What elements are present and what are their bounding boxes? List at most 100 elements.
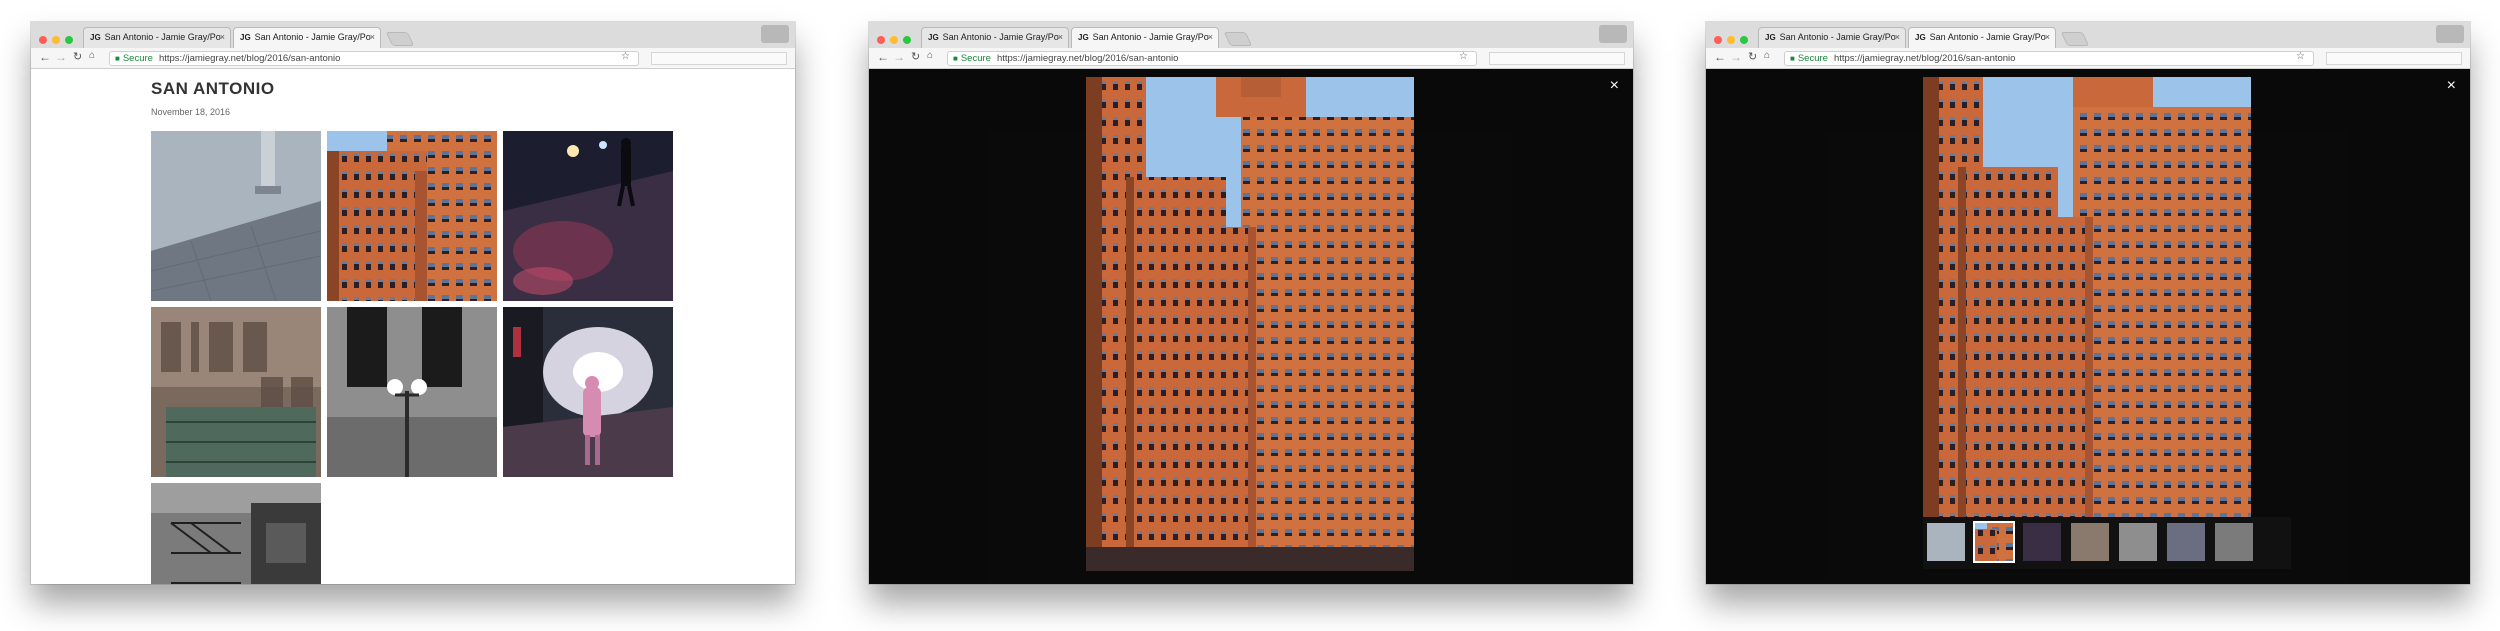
favicon-icon: JG	[1765, 33, 1776, 42]
back-arrow-icon[interactable]: ←	[1714, 50, 1726, 64]
extension-area	[2326, 52, 2462, 65]
tab-title: San Antonio - Jamie Gray/Po	[942, 32, 1059, 42]
lightbox-overlay[interactable]: ×	[869, 69, 1633, 584]
filmstrip-thumb-street-lamp[interactable]	[2119, 523, 2157, 561]
lock-icon: ■	[115, 54, 120, 63]
close-icon[interactable]: ×	[1610, 77, 1619, 95]
address-bar[interactable]: ■ Secure https://jamiegray.net/blog/2016/s…	[109, 51, 639, 66]
close-window-button[interactable]	[39, 36, 47, 44]
minimize-window-button[interactable]	[1727, 36, 1735, 44]
lightbox-photo-brick-tower[interactable]	[1086, 77, 1414, 571]
favicon-icon: JG	[90, 33, 101, 42]
tab-title: San Antonio - Jamie Gray/Po	[1092, 32, 1209, 42]
lightbox-overlay[interactable]: ×	[1706, 69, 2470, 584]
forward-arrow-icon[interactable]: →	[55, 50, 67, 64]
filmstrip-thumb-night-walker[interactable]	[2167, 523, 2205, 561]
toolbar: ← → ↻ ⌂ ■ Secure https://jamiegray.net/blo…	[869, 48, 1633, 69]
bookmark-star-icon[interactable]: ☆	[621, 51, 630, 62]
favicon-icon: JG	[1078, 33, 1089, 42]
gallery-photo-fire-escape[interactable]	[151, 483, 321, 584]
browser-window-lightbox: JG San Antonio - Jamie Gray/Po × JG San An…	[869, 22, 1633, 584]
lock-icon: ■	[953, 54, 958, 63]
gallery-photo-night-walker[interactable]	[503, 307, 673, 477]
filmstrip-thumb-casino-sign[interactable]	[2071, 523, 2109, 561]
forward-arrow-icon[interactable]: →	[893, 50, 905, 64]
extension-area	[651, 52, 787, 65]
new-tab-button[interactable]	[2060, 32, 2090, 46]
bookmark-star-icon[interactable]: ☆	[1459, 51, 1468, 62]
secure-label: Secure	[1797, 53, 1828, 64]
secure-label: Secure	[960, 53, 991, 64]
tab-bar: JG San Antonio - Jamie Gray/Po × JG San An…	[1706, 22, 2470, 48]
profile-button[interactable]	[761, 25, 789, 43]
tab-close-icon[interactable]: ×	[220, 28, 225, 47]
forward-arrow-icon[interactable]: →	[1730, 50, 1742, 64]
tab-2-active[interactable]: JG San Antonio - Jamie Gray/Po ×	[233, 27, 381, 48]
gallery-photo-sidewalk[interactable]	[151, 131, 321, 301]
lightbox-photo-brick-tower[interactable]	[1923, 77, 2251, 517]
minimize-window-button[interactable]	[890, 36, 898, 44]
tab-close-icon[interactable]: ×	[2045, 28, 2050, 47]
close-window-button[interactable]	[877, 36, 885, 44]
maximize-window-button[interactable]	[1740, 36, 1748, 44]
url-text: https://jamiegray.net/blog/2016/san-anto…	[158, 53, 341, 64]
tab-1[interactable]: JG San Antonio - Jamie Gray/Po ×	[921, 27, 1069, 48]
tab-close-icon[interactable]: ×	[370, 28, 375, 47]
tab-close-icon[interactable]: ×	[1895, 28, 1900, 47]
gallery-photo-night-street[interactable]	[503, 131, 673, 301]
filmstrip-thumb-brick-tower[interactable]	[1973, 521, 2015, 563]
tab-title: San Antonio - Jamie Gray/Po	[254, 32, 371, 42]
page-content: SAN ANTONIO November 18, 2016	[31, 69, 795, 584]
profile-button[interactable]	[1599, 25, 1627, 43]
page-date: November 18, 2016	[151, 107, 231, 117]
tab-title: San Antonio - Jamie Gray/Po	[1929, 32, 2046, 42]
lock-icon: ■	[1790, 54, 1795, 63]
extension-area	[1489, 52, 1625, 65]
tab-2-active[interactable]: JG San Antonio - Jamie Gray/Po ×	[1071, 27, 1219, 48]
back-arrow-icon[interactable]: ←	[877, 50, 889, 64]
reload-icon[interactable]: ↻	[911, 50, 920, 63]
bookmark-star-icon[interactable]: ☆	[2296, 51, 2305, 62]
minimize-window-button[interactable]	[52, 36, 60, 44]
filmstrip-thumb-sidewalk[interactable]	[1927, 523, 1965, 561]
reload-icon[interactable]: ↻	[1748, 50, 1757, 63]
filmstrip-thumb-night-street[interactable]	[2023, 523, 2061, 561]
page-title: SAN ANTONIO	[151, 79, 275, 98]
filmstrip-thumb-fire-escape[interactable]	[2215, 523, 2253, 561]
tab-title: San Antonio - Jamie Gray/Po	[104, 32, 221, 42]
home-icon[interactable]: ⌂	[89, 50, 95, 61]
profile-button[interactable]	[2436, 25, 2464, 43]
gallery-photo-casino-sign[interactable]	[151, 307, 321, 477]
favicon-icon: JG	[1915, 33, 1926, 42]
new-tab-button[interactable]	[385, 32, 415, 46]
close-icon[interactable]: ×	[2447, 77, 2456, 95]
close-window-button[interactable]	[1714, 36, 1722, 44]
home-icon[interactable]: ⌂	[927, 50, 933, 61]
filmstrip	[1923, 517, 2291, 569]
browser-window-gallery: JG San Antonio - Jamie Gray/Po × JG San An…	[31, 22, 795, 584]
home-icon[interactable]: ⌂	[1764, 50, 1770, 61]
url-text: https://jamiegray.net/blog/2016/san-anto…	[1833, 53, 2016, 64]
tab-close-icon[interactable]: ×	[1058, 28, 1063, 47]
reload-icon[interactable]: ↻	[73, 50, 82, 63]
window-controls	[39, 31, 78, 49]
gallery-photo-brick-tower[interactable]	[327, 131, 497, 301]
browser-window-lightbox-filmstrip: JG San Antonio - Jamie Gray/Po × JG San An…	[1706, 22, 2470, 584]
address-bar[interactable]: ■ Secure https://jamiegray.net/blog/2016/s…	[1784, 51, 2314, 66]
url-text: https://jamiegray.net/blog/2016/san-anto…	[996, 53, 1179, 64]
secure-label: Secure	[122, 53, 153, 64]
tab-1[interactable]: JG San Antonio - Jamie Gray/Po ×	[83, 27, 231, 48]
back-arrow-icon[interactable]: ←	[39, 50, 51, 64]
gallery-photo-street-lamp[interactable]	[327, 307, 497, 477]
tab-bar: JG San Antonio - Jamie Gray/Po × JG San An…	[31, 22, 795, 48]
window-controls	[1714, 31, 1753, 49]
tab-close-icon[interactable]: ×	[1208, 28, 1213, 47]
address-bar[interactable]: ■ Secure https://jamiegray.net/blog/2016/s…	[947, 51, 1477, 66]
tab-1[interactable]: JG San Antonio - Jamie Gray/Po ×	[1758, 27, 1906, 48]
tab-bar: JG San Antonio - Jamie Gray/Po × JG San An…	[869, 22, 1633, 48]
maximize-window-button[interactable]	[65, 36, 73, 44]
toolbar: ← → ↻ ⌂ ■ Secure https://jamiegray.net/blo…	[1706, 48, 2470, 69]
maximize-window-button[interactable]	[903, 36, 911, 44]
tab-2-active[interactable]: JG San Antonio - Jamie Gray/Po ×	[1908, 27, 2056, 48]
new-tab-button[interactable]	[1223, 32, 1253, 46]
